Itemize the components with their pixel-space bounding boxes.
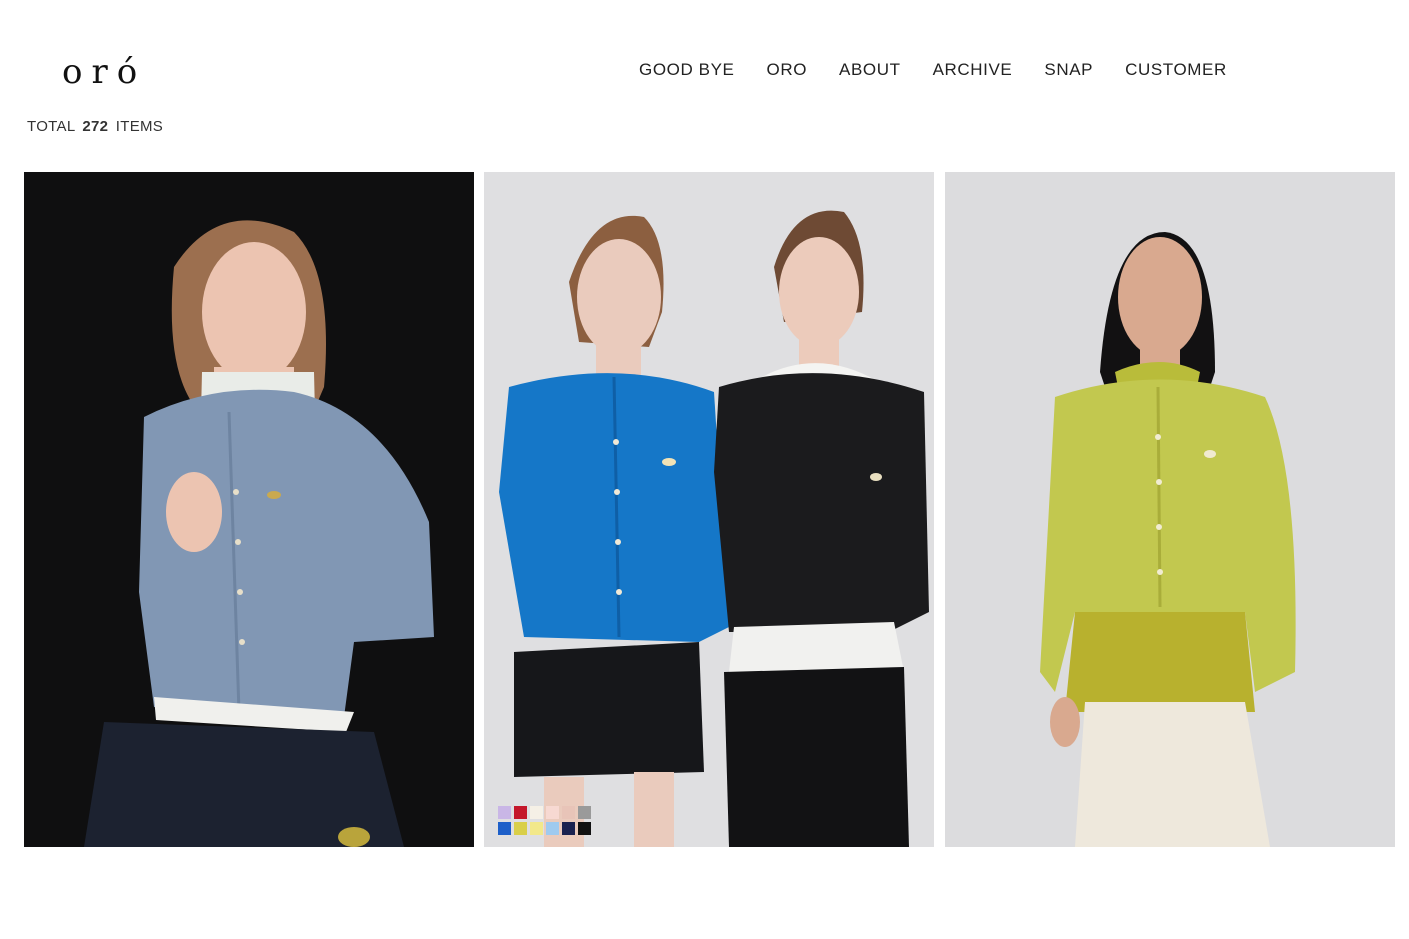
- brand-logo[interactable]: oró: [62, 52, 146, 92]
- product-image-1: [24, 172, 474, 847]
- swatch-black[interactable]: [578, 822, 591, 835]
- swatch-red[interactable]: [514, 806, 527, 819]
- color-swatches: [498, 806, 591, 835]
- nav-good-bye[interactable]: GOOD BYE: [639, 60, 735, 80]
- total-prefix: TOTAL: [27, 118, 75, 135]
- total-count: 272: [82, 118, 109, 135]
- swatch-blue[interactable]: [498, 822, 511, 835]
- swatch-grey[interactable]: [578, 806, 591, 819]
- swatch-lavender[interactable]: [498, 806, 511, 819]
- swatch-ivory[interactable]: [530, 806, 543, 819]
- nav-oro[interactable]: ORO: [767, 60, 808, 80]
- swatch-butter[interactable]: [530, 822, 543, 835]
- main-nav: GOOD BYE ORO ABOUT ARCHIVE SNAP CUSTOMER: [639, 60, 1227, 80]
- swatch-navy[interactable]: [562, 822, 575, 835]
- item-count: TOTAL 272 ITEMS: [27, 118, 163, 135]
- total-suffix: ITEMS: [115, 118, 164, 135]
- product-card-3[interactable]: [945, 172, 1395, 847]
- product-image-3: [945, 172, 1395, 847]
- nav-snap[interactable]: SNAP: [1044, 60, 1093, 80]
- nav-archive[interactable]: ARCHIVE: [933, 60, 1013, 80]
- product-image-2: [484, 172, 934, 847]
- nav-about[interactable]: ABOUT: [839, 60, 901, 80]
- nav-customer[interactable]: CUSTOMER: [1125, 60, 1227, 80]
- product-card-1[interactable]: [24, 172, 474, 847]
- product-card-2[interactable]: [484, 172, 934, 847]
- swatch-pink[interactable]: [546, 806, 559, 819]
- swatch-peach[interactable]: [562, 806, 575, 819]
- swatch-sky[interactable]: [546, 822, 559, 835]
- swatch-mustard[interactable]: [514, 822, 527, 835]
